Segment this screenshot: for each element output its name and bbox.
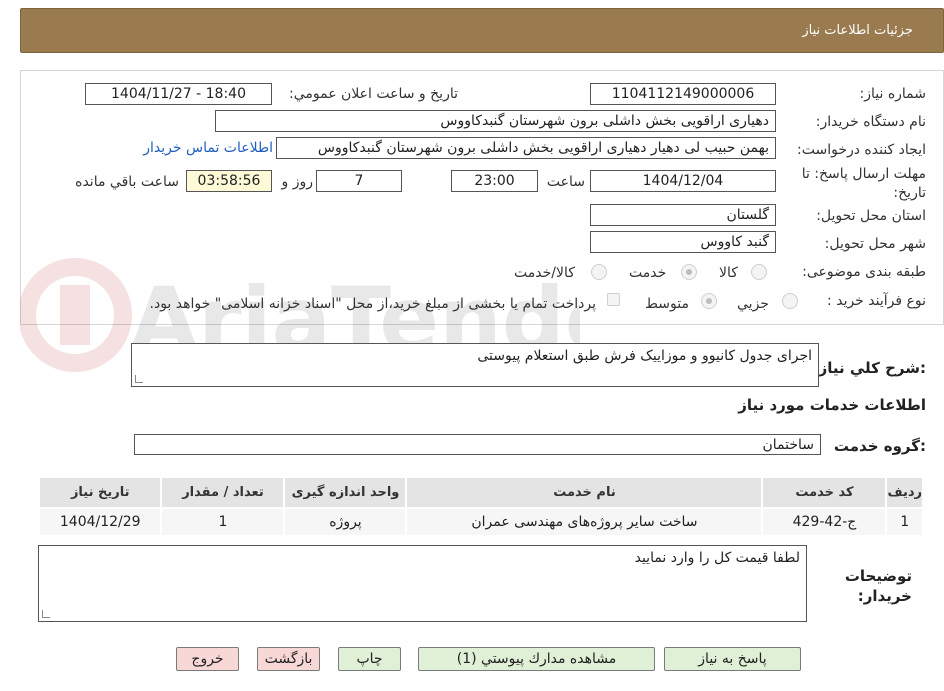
service-group-field: ساختمان <box>134 434 821 455</box>
cell-row-number: 1 <box>885 507 924 537</box>
process-label: نوع فرآيند خريد : <box>827 293 926 309</box>
buyer-org-field: دهیاری اراقویی بخش داشلی برون شهرستان گن… <box>215 110 776 132</box>
process-minor-label: جزيي <box>737 296 769 312</box>
category-service-label: خدمت <box>629 265 667 281</box>
remaining-label: ساعت باقي مانده <box>75 174 179 190</box>
reply-button[interactable]: پاسخ به نياز <box>664 647 801 671</box>
description-textarea[interactable]: اجرای جدول کانیوو و موزاییک فرش طبق استع… <box>131 343 819 387</box>
resize-handle-icon[interactable] <box>42 610 50 618</box>
category-goods-label: كالا <box>719 265 738 281</box>
description-text: اجرای جدول کانیوو و موزاییک فرش طبق استع… <box>477 348 812 364</box>
cell-quantity: 1 <box>160 507 286 537</box>
announce-field: 1404/11/27 - 18:40 <box>85 83 272 105</box>
col-quantity: تعداد / مقدار <box>160 476 286 509</box>
table-header-row: رديف كد خدمت نام خدمت واحد اندازه گيری ت… <box>37 476 924 509</box>
province-label: استان محل تحويل: <box>816 208 926 224</box>
process-medium-label: متوسط <box>645 296 689 312</box>
page-header: جزئيات اطلاعات نياز <box>20 8 944 53</box>
need-number-label: شماره نياز: <box>859 86 927 102</box>
col-unit: واحد اندازه گيری <box>283 476 408 509</box>
category-label: طبقه بندی موضوعی: <box>802 264 926 280</box>
category-goods-service-label: كالا/خدمت <box>514 265 575 281</box>
treasury-checkbox[interactable] <box>607 293 620 306</box>
col-service-code: كد خدمت <box>761 476 888 509</box>
col-need-date: تاريخ نياز <box>37 476 163 509</box>
cell-unit: پروژه <box>283 507 408 537</box>
description-label: شرح كلي نياز: <box>818 359 926 377</box>
category-goods-radio[interactable] <box>751 264 767 280</box>
days-label: روز و <box>281 174 314 190</box>
cell-service-name: ساخت سایر پروژه‌های مهندسی عمران <box>405 507 764 537</box>
back-button[interactable]: بازگشت <box>257 647 320 671</box>
payment-note: پرداخت تمام یا بخشی از مبلغ خرید،از محل … <box>149 296 596 312</box>
category-service-radio[interactable] <box>681 264 697 280</box>
days-field: 7 <box>316 170 402 192</box>
resize-handle-icon[interactable] <box>135 375 143 383</box>
creator-field: بهمن حبیب لی دهیار دهیاری اراقویی بخش دا… <box>276 137 776 159</box>
deadline-label: مهلت ارسال پاسخ: تا تاريخ: <box>801 166 926 201</box>
service-group-label: گروه خدمت: <box>833 437 926 455</box>
services-table: رديف كد خدمت نام خدمت واحد اندازه گيری ت… <box>37 476 924 537</box>
cell-need-date: 1404/12/29 <box>37 507 163 537</box>
col-service-name: نام خدمت <box>405 476 764 509</box>
need-number-field: 1104112149000006 <box>590 83 776 105</box>
print-button[interactable]: چاپ <box>338 647 401 671</box>
province-field: گلستان <box>590 204 776 226</box>
announce-label: تاريخ و ساعت اعلان عمومي: <box>289 86 458 102</box>
services-section-title: اطلاعات خدمات مورد نياز <box>738 396 926 414</box>
view-attachments-button[interactable]: مشاهده مدارك پيوستي (1) <box>418 647 655 671</box>
buyer-org-label: نام دستگاه خريدار: <box>815 114 926 130</box>
page-title: جزئيات اطلاعات نياز <box>802 23 913 38</box>
col-row-number: رديف <box>885 476 924 509</box>
buyer-notes-textarea[interactable]: لطفا قیمت کل را وارد نمایید <box>38 545 807 622</box>
buyer-notes-label: توضيحات خريدار: <box>844 567 912 605</box>
city-label: شهر محل تحويل: <box>824 236 926 252</box>
buyer-notes-text: لطفا قیمت کل را وارد نمایید <box>634 550 800 566</box>
category-goods-service-radio[interactable] <box>591 264 607 280</box>
city-field: گنبد کاووس <box>590 231 776 253</box>
cell-service-code: ج-42-429 <box>761 507 888 537</box>
remaining-time-field: 03:58:56 <box>186 170 272 192</box>
process-minor-radio[interactable] <box>782 293 798 309</box>
buyer-contact-link[interactable]: اطلاعات تماس خريدار <box>143 140 273 156</box>
deadline-time-field: 23:00 <box>451 170 538 192</box>
table-row: 1 ج-42-429 ساخت سایر پروژه‌های مهندسی عم… <box>37 507 924 537</box>
creator-label: ايجاد كننده درخواست: <box>797 142 926 158</box>
deadline-date-field: 1404/12/04 <box>590 170 776 192</box>
process-medium-radio[interactable] <box>701 293 717 309</box>
time-label: ساعت <box>546 174 585 190</box>
exit-button[interactable]: خروج <box>176 647 239 671</box>
